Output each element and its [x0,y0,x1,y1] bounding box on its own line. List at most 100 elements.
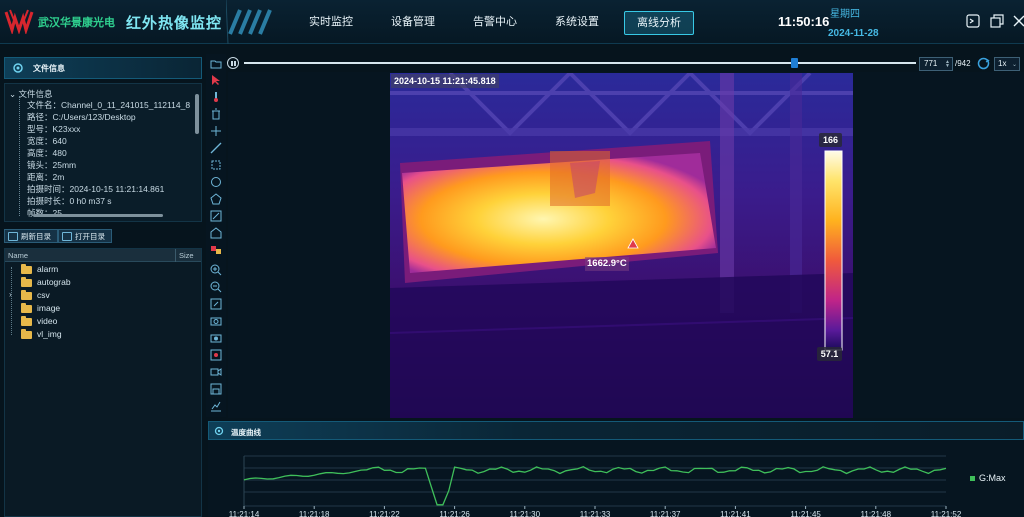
playback-slider[interactable] [244,58,916,68]
nav-realtime-monitor[interactable]: 实时监控 [290,0,372,44]
x-tick-label: 11:21:18 [299,510,330,517]
current-weekday: 星期四 [830,9,860,20]
pointer-icon[interactable] [210,74,222,86]
info-filename: 文件名：Channel_0_11_241015_112114_8 [27,100,191,110]
folder-icon [21,290,32,300]
save-icon[interactable] [210,383,222,395]
restore-window-icon[interactable] [990,14,1004,28]
company-name: 武汉华景康光电 [38,17,115,29]
legend-swatch [970,476,975,481]
record-icon[interactable] [210,349,222,361]
nav-system-settings[interactable]: 系统设置 [536,0,618,44]
current-time: 11:50:16 [778,14,830,29]
temperature-curve-chart[interactable]: 11:21:14 11:21:18 11:21:22 11:21:26 11:21:30… [208,440,1024,517]
company-logo-icon [4,9,34,34]
polygon-tool-icon[interactable] [210,193,222,205]
chevron-down-icon: ⌄ [1011,62,1017,68]
info-model: 型号：K23xxx [27,124,81,134]
nav-offline-analysis[interactable]: 离线分析 [618,0,700,44]
vertical-scrollbar[interactable] [195,94,199,134]
folder-icon [21,316,32,326]
chevron-right-icon[interactable]: › [9,290,12,299]
x-tick-label: 11:21:33 [580,510,611,517]
x-tick-label: 11:21:14 [229,510,260,517]
x-tick-label: 11:21:41 [720,510,751,517]
info-frame-count: 帧数：25 [27,208,62,218]
report-icon[interactable] [210,400,222,412]
main-nav: 实时监控 设备管理 告警中心 系统设置 离线分析 [290,0,700,44]
info-lens: 镜头：25mm [27,160,77,170]
open-file-icon[interactable] [210,58,222,70]
terminal-icon[interactable] [966,14,980,28]
x-tick-label: 11:21:26 [439,510,470,517]
close-icon[interactable] [1012,14,1024,28]
loop-icon[interactable] [977,57,990,70]
folder-open-icon [62,232,72,241]
directory-tree: Name Size alarm autograb › csv image vid… [4,248,202,517]
column-name[interactable]: Name [8,251,28,260]
video-icon[interactable] [210,366,222,378]
file-info-tree: ⌄ 文件信息 文件名：Channel_0_11_241015_112114_8 … [4,83,202,222]
legend-label: G:Max [979,473,1006,483]
open-directory-button[interactable]: 打开目录 [58,229,112,243]
gear-icon [13,63,23,73]
camera-icon[interactable] [210,315,222,327]
line-tool-icon[interactable] [210,142,222,154]
speed-select[interactable]: 1x ⌄ [994,57,1020,71]
zoom-in-icon[interactable] [210,264,222,276]
app-window: 武汉华景康光电 红外热像监控 实时监控 设备管理 告警中心 系统设置 离线分析 … [0,0,1024,517]
thermal-image[interactable] [390,73,853,418]
tree-header: Name Size [5,249,201,262]
total-frames: /942 [955,59,971,68]
x-axis-ticks: 11:21:14 11:21:18 11:21:22 11:21:26 11:21:30… [229,506,962,517]
spin-arrows-icon[interactable]: ▲ ▼ [945,60,950,69]
frame-timestamp: 2024-10-15 11:21:45.818 [391,74,499,88]
column-divider[interactable] [175,249,176,262]
playback-slider-thumb[interactable] [791,58,798,68]
refresh-directory-button[interactable]: 刷新目录 [4,229,58,243]
nav-alarm-center[interactable]: 告警中心 [454,0,536,44]
decorative-stripes-icon [226,0,272,44]
thermometer-icon[interactable] [210,91,222,103]
circle-tool-icon[interactable] [210,176,222,188]
current-frame-input[interactable]: 771 ▲ ▼ [919,57,953,71]
folder-icon [21,264,32,274]
x-tick-label: 11:21:37 [650,510,681,517]
chart-grid [243,455,946,507]
folder-icon [21,329,32,339]
scale-max-value: 166 [819,133,842,147]
snapshot-icon[interactable] [210,332,222,344]
folder-icon [21,303,32,313]
hotspot-temperature-label: 1662.9°C [585,257,629,271]
column-size[interactable]: Size [179,251,194,260]
refresh-icon [8,232,18,241]
shape-icon[interactable] [210,227,222,239]
tree-guide-line [19,96,20,216]
info-height: 高度：480 [27,148,67,158]
panel-title: 文件信息 [33,64,65,73]
export-icon[interactable] [210,298,222,310]
horizontal-scrollbar[interactable] [33,214,163,217]
tree-guide-line [11,267,12,335]
system-title: 红外热像监控 [126,15,223,32]
edit-icon[interactable] [210,210,222,222]
gear-icon [214,426,224,436]
x-tick-label: 11:21:52 [931,510,962,517]
x-tick-label: 11:21:48 [861,510,892,517]
folder-icon [21,277,32,287]
pause-button[interactable] [227,57,239,69]
delete-icon[interactable] [210,108,222,120]
analysis-toolbar [206,54,226,417]
g-max-series-line [243,465,947,506]
info-distance: 距离：2m [27,172,65,182]
palette-icon[interactable] [210,244,222,256]
point-tool-icon[interactable] [210,125,222,137]
current-date: 2024-11-28 [828,28,879,39]
info-path: 路径：C:/Users/123/Desktop [27,112,136,122]
info-width: 宽度：640 [27,136,67,146]
rectangle-tool-icon[interactable] [210,159,222,171]
x-tick-label: 11:21:30 [510,510,541,517]
curve-title: 温度曲线 [231,428,261,437]
zoom-out-icon[interactable] [210,281,222,293]
nav-device-management[interactable]: 设备管理 [372,0,454,44]
